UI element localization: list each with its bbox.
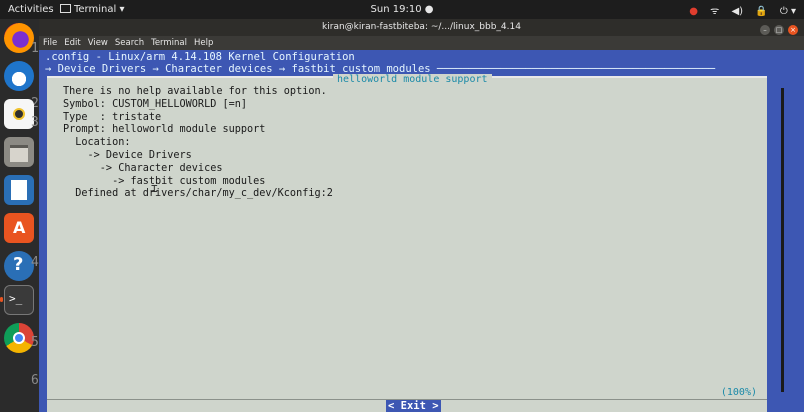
window-titlebar[interactable]: kiran@kiran-fastbiteba: ~/.../linux_bbb_…	[39, 19, 804, 36]
network-icon[interactable]: ᯤ	[710, 6, 719, 17]
help-line: There is no help available for this opti…	[63, 86, 327, 97]
help-content: There is no help available for this opti…	[63, 86, 333, 201]
thunderbird-icon[interactable]	[4, 61, 34, 91]
scroll-percent: (100%)	[720, 387, 757, 398]
help-line: Prompt: helloworld module support	[63, 124, 266, 136]
help-line: Type : tristate	[63, 111, 162, 123]
rhythmbox-icon[interactable]	[4, 99, 34, 129]
dock-number: 3	[31, 115, 39, 130]
chrome-icon[interactable]	[4, 323, 34, 353]
software-icon[interactable]	[4, 213, 34, 243]
help-icon[interactable]	[4, 251, 34, 281]
terminal-app-icon[interactable]	[4, 285, 34, 315]
power-icon[interactable]: ⏻ ▾	[780, 6, 796, 17]
maximize-button[interactable]: □	[774, 25, 784, 35]
dialog-title: helloworld module support	[333, 74, 492, 85]
menu-terminal[interactable]: Terminal	[151, 38, 187, 48]
app-menu-label: Terminal ▾	[74, 4, 125, 15]
active-indicator	[0, 297, 3, 302]
menu-bar: File Edit View Search Terminal Help	[39, 36, 804, 50]
help-line: Defined at drivers/char/my_c_dev/Kconfig…	[63, 188, 333, 200]
volume-icon[interactable]: ◀)	[731, 6, 743, 17]
dock-number: 1	[31, 41, 39, 56]
firefox-icon[interactable]	[4, 23, 34, 53]
menu-view[interactable]: View	[88, 38, 108, 48]
help-line: Location:	[63, 137, 131, 149]
top-bar: Activities Terminal ▾ Sun 19:10 ● ● ᯤ ◀)…	[0, 0, 804, 19]
minimize-button[interactable]: –	[760, 25, 770, 35]
menu-search[interactable]: Search	[115, 38, 144, 48]
lock-icon[interactable]: 🔒	[755, 6, 767, 17]
help-line: -> Device Drivers	[63, 149, 192, 161]
help-dialog: helloworld module support There is no he…	[47, 74, 767, 402]
help-line: -> Character devices	[63, 162, 223, 174]
dock-number: 6	[31, 373, 39, 388]
close-button[interactable]: ×	[788, 25, 798, 35]
dock-number: 4	[31, 255, 39, 270]
terminal-window: kiran@kiran-fastbiteba: ~/.../linux_bbb_…	[39, 19, 804, 412]
dialog-button-bar: < Exit >	[47, 400, 767, 412]
menu-help[interactable]: Help	[194, 38, 213, 48]
writer-icon[interactable]	[4, 175, 34, 205]
files-icon[interactable]	[4, 137, 34, 167]
terminal-area[interactable]: .config - Linux/arm 4.14.108 Kernel Conf…	[39, 50, 804, 412]
dock-number: 5	[31, 335, 39, 350]
activities-button[interactable]: Activities	[8, 4, 54, 15]
help-line: Symbol: CUSTOM_HELLOWORLD [=n]	[63, 98, 248, 110]
system-tray[interactable]: ● ᯤ ◀) 🔒 ⏻ ▾	[680, 3, 796, 17]
app-menu[interactable]: Terminal ▾	[60, 4, 124, 15]
dock: 1 2 3 4 5 6	[0, 19, 39, 412]
menu-file[interactable]: File	[43, 38, 57, 48]
help-line: -> fastbit custom modules	[63, 175, 266, 187]
config-header: .config - Linux/arm 4.14.108 Kernel Conf…	[45, 51, 355, 63]
scrollbar[interactable]	[781, 88, 784, 392]
record-icon[interactable]: ●	[689, 6, 698, 17]
terminal-icon	[60, 4, 71, 13]
exit-button[interactable]: < Exit >	[386, 400, 441, 412]
menu-edit[interactable]: Edit	[64, 38, 80, 48]
window-title: kiran@kiran-fastbiteba: ~/.../linux_bbb_…	[322, 22, 521, 32]
mouse-cursor-icon: ⌶	[151, 182, 158, 195]
